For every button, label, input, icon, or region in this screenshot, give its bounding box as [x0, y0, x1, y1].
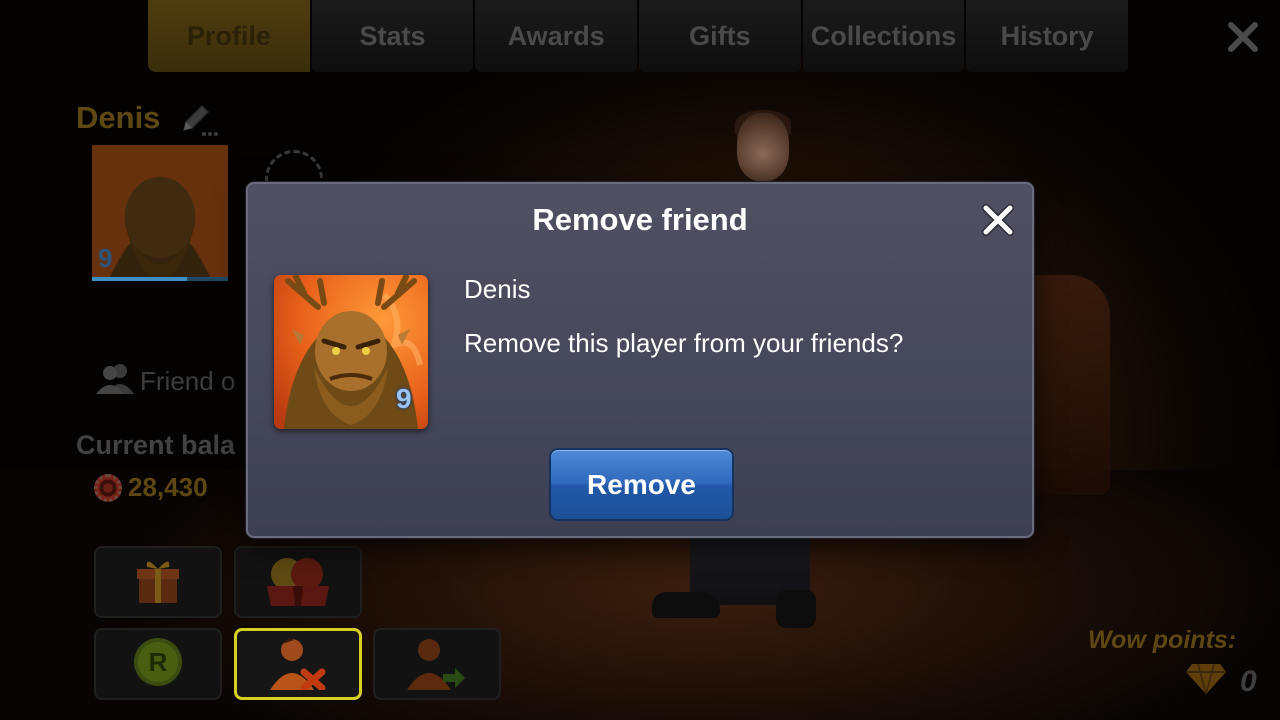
- dialog-title: Remove friend: [532, 202, 748, 237]
- friend-level-badge: 9: [396, 383, 412, 414]
- remove-friend-dialog: Remove friend 9 Denis Remove this player…: [246, 182, 1034, 538]
- friend-name: Denis: [464, 274, 531, 304]
- dialog-message: Remove this player from your friends?: [464, 328, 904, 358]
- close-icon[interactable]: [980, 202, 1016, 238]
- remove-button[interactable]: Remove: [549, 448, 734, 521]
